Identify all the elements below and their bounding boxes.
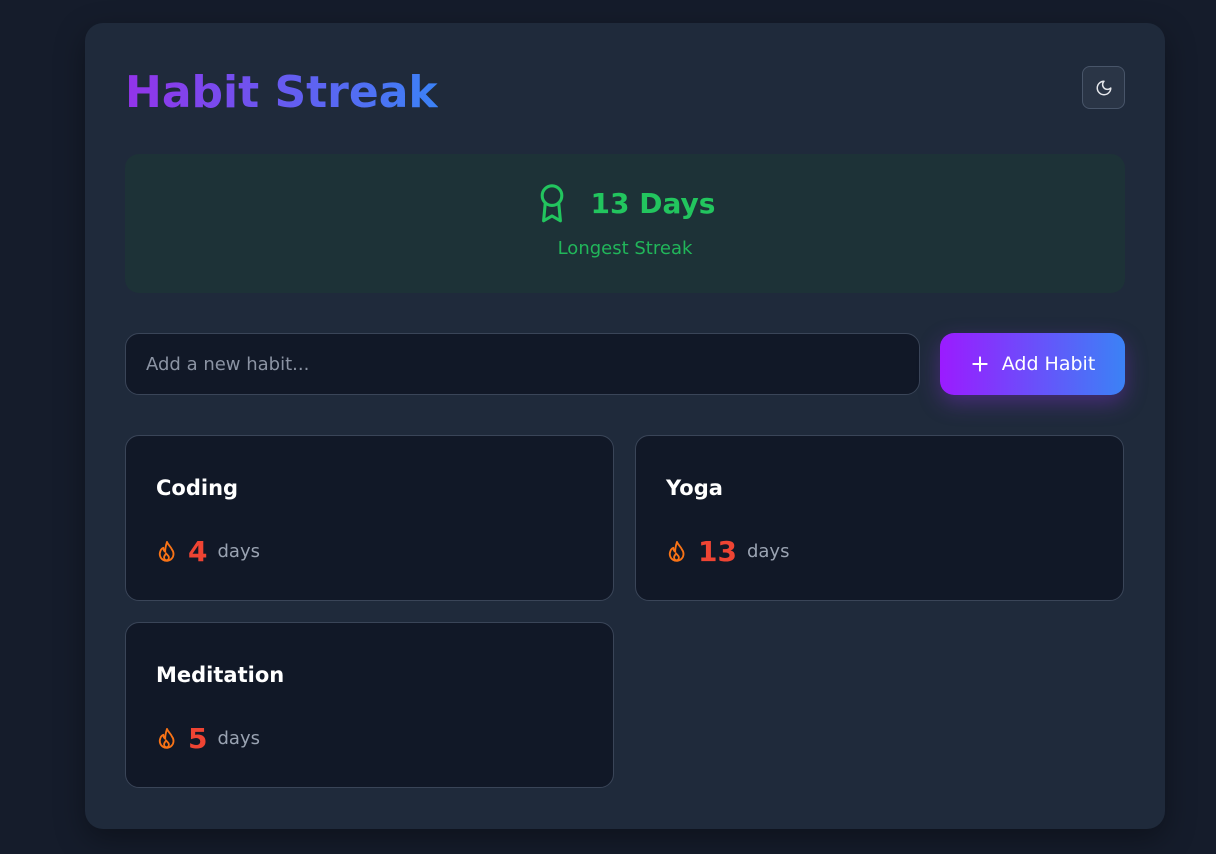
habit-streak-count: 5	[188, 722, 208, 755]
plus-icon	[972, 356, 988, 372]
habit-streak-unit: days	[217, 541, 260, 562]
habit-streak-count: 13	[698, 535, 737, 568]
longest-streak-row: 13 Days	[125, 182, 1125, 226]
habit-streak: 4 days	[156, 534, 260, 570]
award-icon	[540, 184, 563, 223]
habit-name: Yoga	[666, 476, 723, 500]
flame-icon	[158, 728, 175, 749]
theme-toggle-button[interactable]	[1082, 66, 1125, 109]
habit-streak-unit: days	[217, 728, 260, 749]
longest-streak-panel: 13 Days Longest Streak	[125, 154, 1125, 293]
flame-icon	[158, 541, 175, 562]
habit-card-coding[interactable]: Coding 4 days	[125, 435, 614, 601]
habit-tracker-card: Habit Streak 13 Days Longest Streak Add …	[85, 23, 1165, 829]
page-title: Habit Streak	[125, 65, 438, 121]
new-habit-row: Add Habit	[125, 333, 1125, 395]
longest-streak-value: 13 Days	[590, 187, 716, 220]
add-habit-button[interactable]: Add Habit	[940, 333, 1125, 395]
longest-streak-label: Longest Streak	[557, 238, 693, 259]
habit-streak-unit: days	[746, 541, 790, 562]
habit-name: Meditation	[156, 663, 285, 687]
moon-icon	[1096, 80, 1111, 95]
header: Habit Streak	[125, 63, 1125, 123]
habit-name: Coding	[156, 476, 239, 500]
habit-streak: 5 days	[156, 721, 260, 757]
habit-card-yoga[interactable]: Yoga 13 days	[635, 435, 1124, 601]
habit-streak-count: 4	[188, 535, 208, 568]
flame-icon	[668, 541, 685, 562]
habit-streak: 13 days	[666, 534, 789, 570]
add-habit-label: Add Habit	[1001, 353, 1096, 375]
new-habit-input[interactable]	[125, 333, 920, 395]
habit-card-meditation[interactable]: Meditation 5 days	[125, 622, 614, 788]
